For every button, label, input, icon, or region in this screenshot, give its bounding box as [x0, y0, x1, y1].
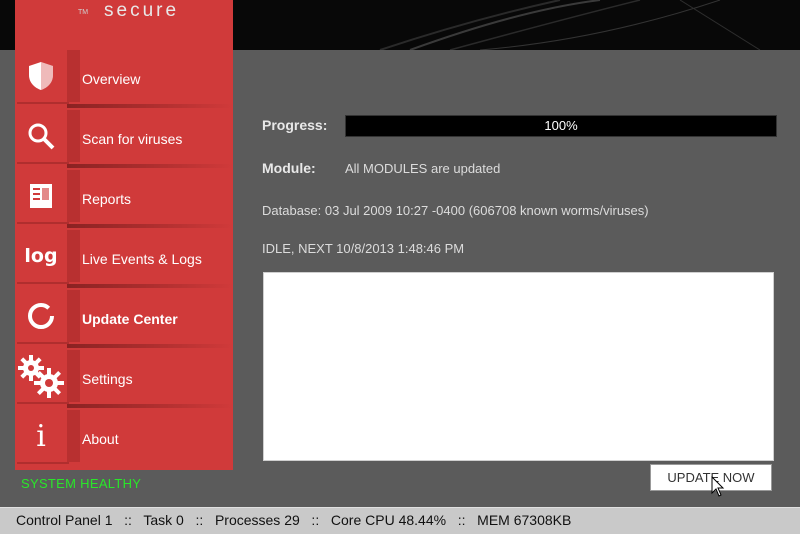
nav-tab — [67, 170, 80, 222]
database-info: Database: 03 Jul 2009 10:27 -0400 (60670… — [262, 203, 649, 218]
report-icon — [15, 170, 67, 222]
sidebar-item-label: Reports — [82, 191, 132, 207]
magnifier-icon — [15, 110, 67, 162]
sidebar-item-label: Scan for viruses — [82, 131, 183, 147]
system-status: SYSTEM HEALTHY — [21, 476, 142, 491]
sidebar-item-overview[interactable]: Overview — [15, 50, 233, 110]
info-icon-text: i — [36, 418, 46, 454]
progress-label: Progress: — [262, 117, 328, 133]
nav-tab — [67, 410, 80, 462]
info-icon: i — [15, 410, 67, 462]
progress-bar: 100% — [345, 115, 777, 137]
divider — [67, 284, 233, 288]
trademark-label: TM — [78, 9, 89, 16]
progress-text: 100% — [544, 118, 578, 133]
shield-icon — [15, 50, 67, 102]
status-bar: Control Panel 1 :: Task 0 :: Processes 2… — [0, 507, 800, 534]
nav-tab — [67, 110, 80, 162]
nav-tab — [67, 50, 80, 102]
divider — [67, 404, 233, 408]
sidebar-item-live-events[interactable]: log Live Events & Logs — [15, 230, 233, 290]
sidebar: TM Overview Scan for viruses Reports log… — [15, 0, 233, 470]
divider — [67, 344, 233, 348]
sidebar-item-update-center[interactable]: Update Center — [15, 290, 233, 350]
sidebar-item-scan[interactable]: Scan for viruses — [15, 110, 233, 170]
module-status: All MODULES are updated — [345, 161, 501, 176]
mouse-cursor-icon — [711, 476, 725, 497]
log-icon: log — [15, 230, 67, 282]
gears-icon — [15, 350, 67, 402]
status-bar-text: Control Panel 1 :: Task 0 :: Processes 2… — [16, 512, 572, 528]
sidebar-item-about[interactable]: i About — [15, 410, 233, 470]
sidebar-item-reports[interactable]: Reports — [15, 170, 233, 230]
sidebar-item-label: Overview — [82, 71, 141, 87]
update-log-area[interactable] — [263, 272, 774, 461]
sidebar-item-label: Settings — [82, 371, 133, 387]
sidebar-item-label: About — [82, 431, 119, 447]
sidebar-item-settings[interactable]: Settings — [15, 350, 233, 410]
idle-status: IDLE, NEXT 10/8/2013 1:48:46 PM — [262, 241, 465, 256]
refresh-icon — [15, 290, 67, 342]
sidebar-item-label: Update Center — [82, 311, 178, 327]
nav-tab — [67, 350, 80, 402]
divider — [67, 164, 233, 168]
nav-tab — [67, 290, 80, 342]
divider — [67, 104, 233, 108]
divider — [67, 224, 233, 228]
log-icon-text: log — [24, 245, 58, 267]
nav-tab — [67, 230, 80, 282]
sidebar-item-label: Live Events & Logs — [82, 251, 202, 267]
module-label: Module: — [262, 160, 316, 176]
brand-logo: secure — [104, 0, 180, 21]
